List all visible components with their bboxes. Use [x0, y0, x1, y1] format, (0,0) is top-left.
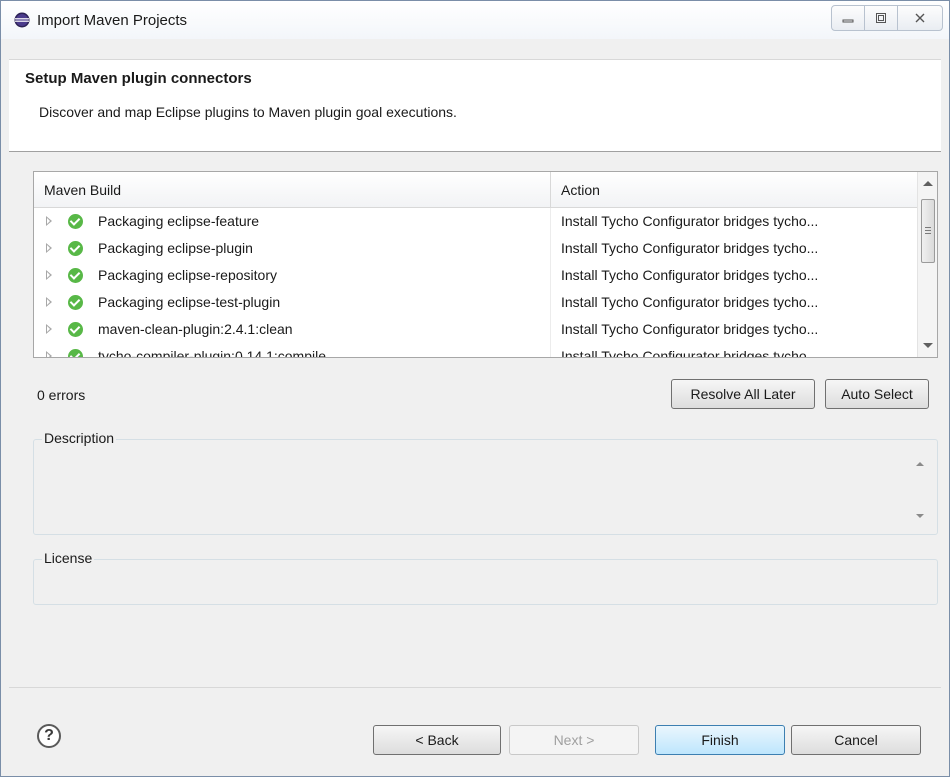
table-row[interactable]: maven-clean-plugin:2.4.1:clean Install T… [34, 316, 917, 343]
back-button[interactable]: < Back [373, 725, 501, 755]
title-bar: Import Maven Projects [1, 1, 949, 39]
error-count: 0 errors [37, 387, 86, 403]
window-title: Import Maven Projects [37, 12, 188, 29]
page-title: Setup Maven plugin connectors [25, 70, 252, 87]
check-icon [68, 241, 83, 256]
expand-arrow-icon[interactable] [46, 297, 52, 307]
import-maven-projects-dialog: Import Maven Projects Setup Maven plugin… [0, 0, 950, 777]
check-icon [68, 295, 83, 310]
page-description: Discover and map Eclipse plugins to Mave… [39, 104, 457, 120]
maven-build-label: tycho-compiler-plugin:0.14.1:compile [98, 348, 326, 358]
description-label: Description [42, 430, 117, 446]
header-divider [9, 151, 941, 152]
expand-arrow-icon[interactable] [46, 324, 52, 334]
action-cell[interactable]: Install Tycho Configurator bridges tycho… [551, 235, 917, 262]
minimize-icon [842, 19, 854, 23]
column-header-action[interactable]: Action [551, 172, 917, 208]
check-icon [68, 268, 83, 283]
auto-select-button[interactable]: Auto Select [825, 379, 929, 409]
maven-build-label: Packaging eclipse-repository [98, 267, 277, 283]
expand-arrow-icon[interactable] [46, 216, 52, 226]
check-icon [68, 214, 83, 229]
restore-icon [876, 13, 886, 23]
finish-button[interactable]: Finish [655, 725, 785, 755]
minimize-button[interactable] [831, 5, 865, 31]
action-cell[interactable]: Install Tycho Configurator bridges tycho… [551, 262, 917, 289]
restore-button[interactable] [864, 5, 898, 31]
close-icon [915, 13, 925, 23]
license-label: License [42, 550, 95, 566]
resolve-all-later-button[interactable]: Resolve All Later [671, 379, 815, 409]
next-button[interactable]: Next > [509, 725, 639, 755]
table-row[interactable]: Packaging eclipse-repository Install Tyc… [34, 262, 917, 289]
wizard-header: Setup Maven plugin connectors Discover a… [9, 59, 941, 151]
table-row[interactable]: Packaging eclipse-plugin Install Tycho C… [34, 235, 917, 262]
footer-divider [9, 687, 941, 688]
maven-build-label: Packaging eclipse-test-plugin [98, 294, 281, 310]
close-button[interactable] [897, 5, 943, 31]
caption-buttons [831, 5, 943, 31]
action-cell[interactable]: Install Tycho Configurator bridges tycho… [551, 343, 917, 357]
table-row[interactable]: tycho-compiler-plugin:0.14.1:compile Ins… [34, 343, 917, 358]
maven-build-label: Packaging eclipse-feature [98, 213, 260, 229]
action-cell[interactable]: Install Tycho Configurator bridges tycho… [551, 208, 917, 235]
check-icon [68, 322, 83, 337]
scroll-down-icon[interactable] [916, 514, 924, 518]
scroll-up-icon[interactable] [916, 462, 924, 466]
column-header-maven-build[interactable]: Maven Build [34, 172, 551, 208]
description-group: Description [33, 430, 938, 535]
maven-build-table[interactable]: Maven Build Action Packaging eclipse-fea… [33, 171, 938, 358]
scrollbar-thumb[interactable] [921, 199, 935, 263]
maven-build-label: maven-clean-plugin:2.4.1:clean [98, 321, 293, 337]
maven-build-label: Packaging eclipse-plugin [98, 240, 253, 256]
expand-arrow-icon[interactable] [46, 270, 52, 280]
table-row[interactable]: Packaging eclipse-feature Install Tycho … [34, 208, 917, 235]
table-header: Maven Build Action [34, 172, 917, 208]
table-scrollbar[interactable] [917, 172, 937, 357]
expand-arrow-icon[interactable] [46, 243, 52, 253]
check-icon [68, 349, 83, 357]
action-cell[interactable]: Install Tycho Configurator bridges tycho… [551, 316, 917, 343]
scroll-up-icon[interactable] [923, 181, 933, 186]
help-icon[interactable]: ? [37, 724, 61, 748]
description-scrollbar[interactable] [911, 454, 929, 526]
action-cell[interactable]: Install Tycho Configurator bridges tycho… [551, 289, 917, 316]
eclipse-icon [14, 12, 30, 28]
cancel-button[interactable]: Cancel [791, 725, 921, 755]
table-row[interactable]: Packaging eclipse-test-plugin Install Ty… [34, 289, 917, 316]
license-group: License [33, 550, 938, 605]
scroll-down-icon[interactable] [923, 343, 933, 348]
expand-arrow-icon[interactable] [46, 351, 52, 357]
